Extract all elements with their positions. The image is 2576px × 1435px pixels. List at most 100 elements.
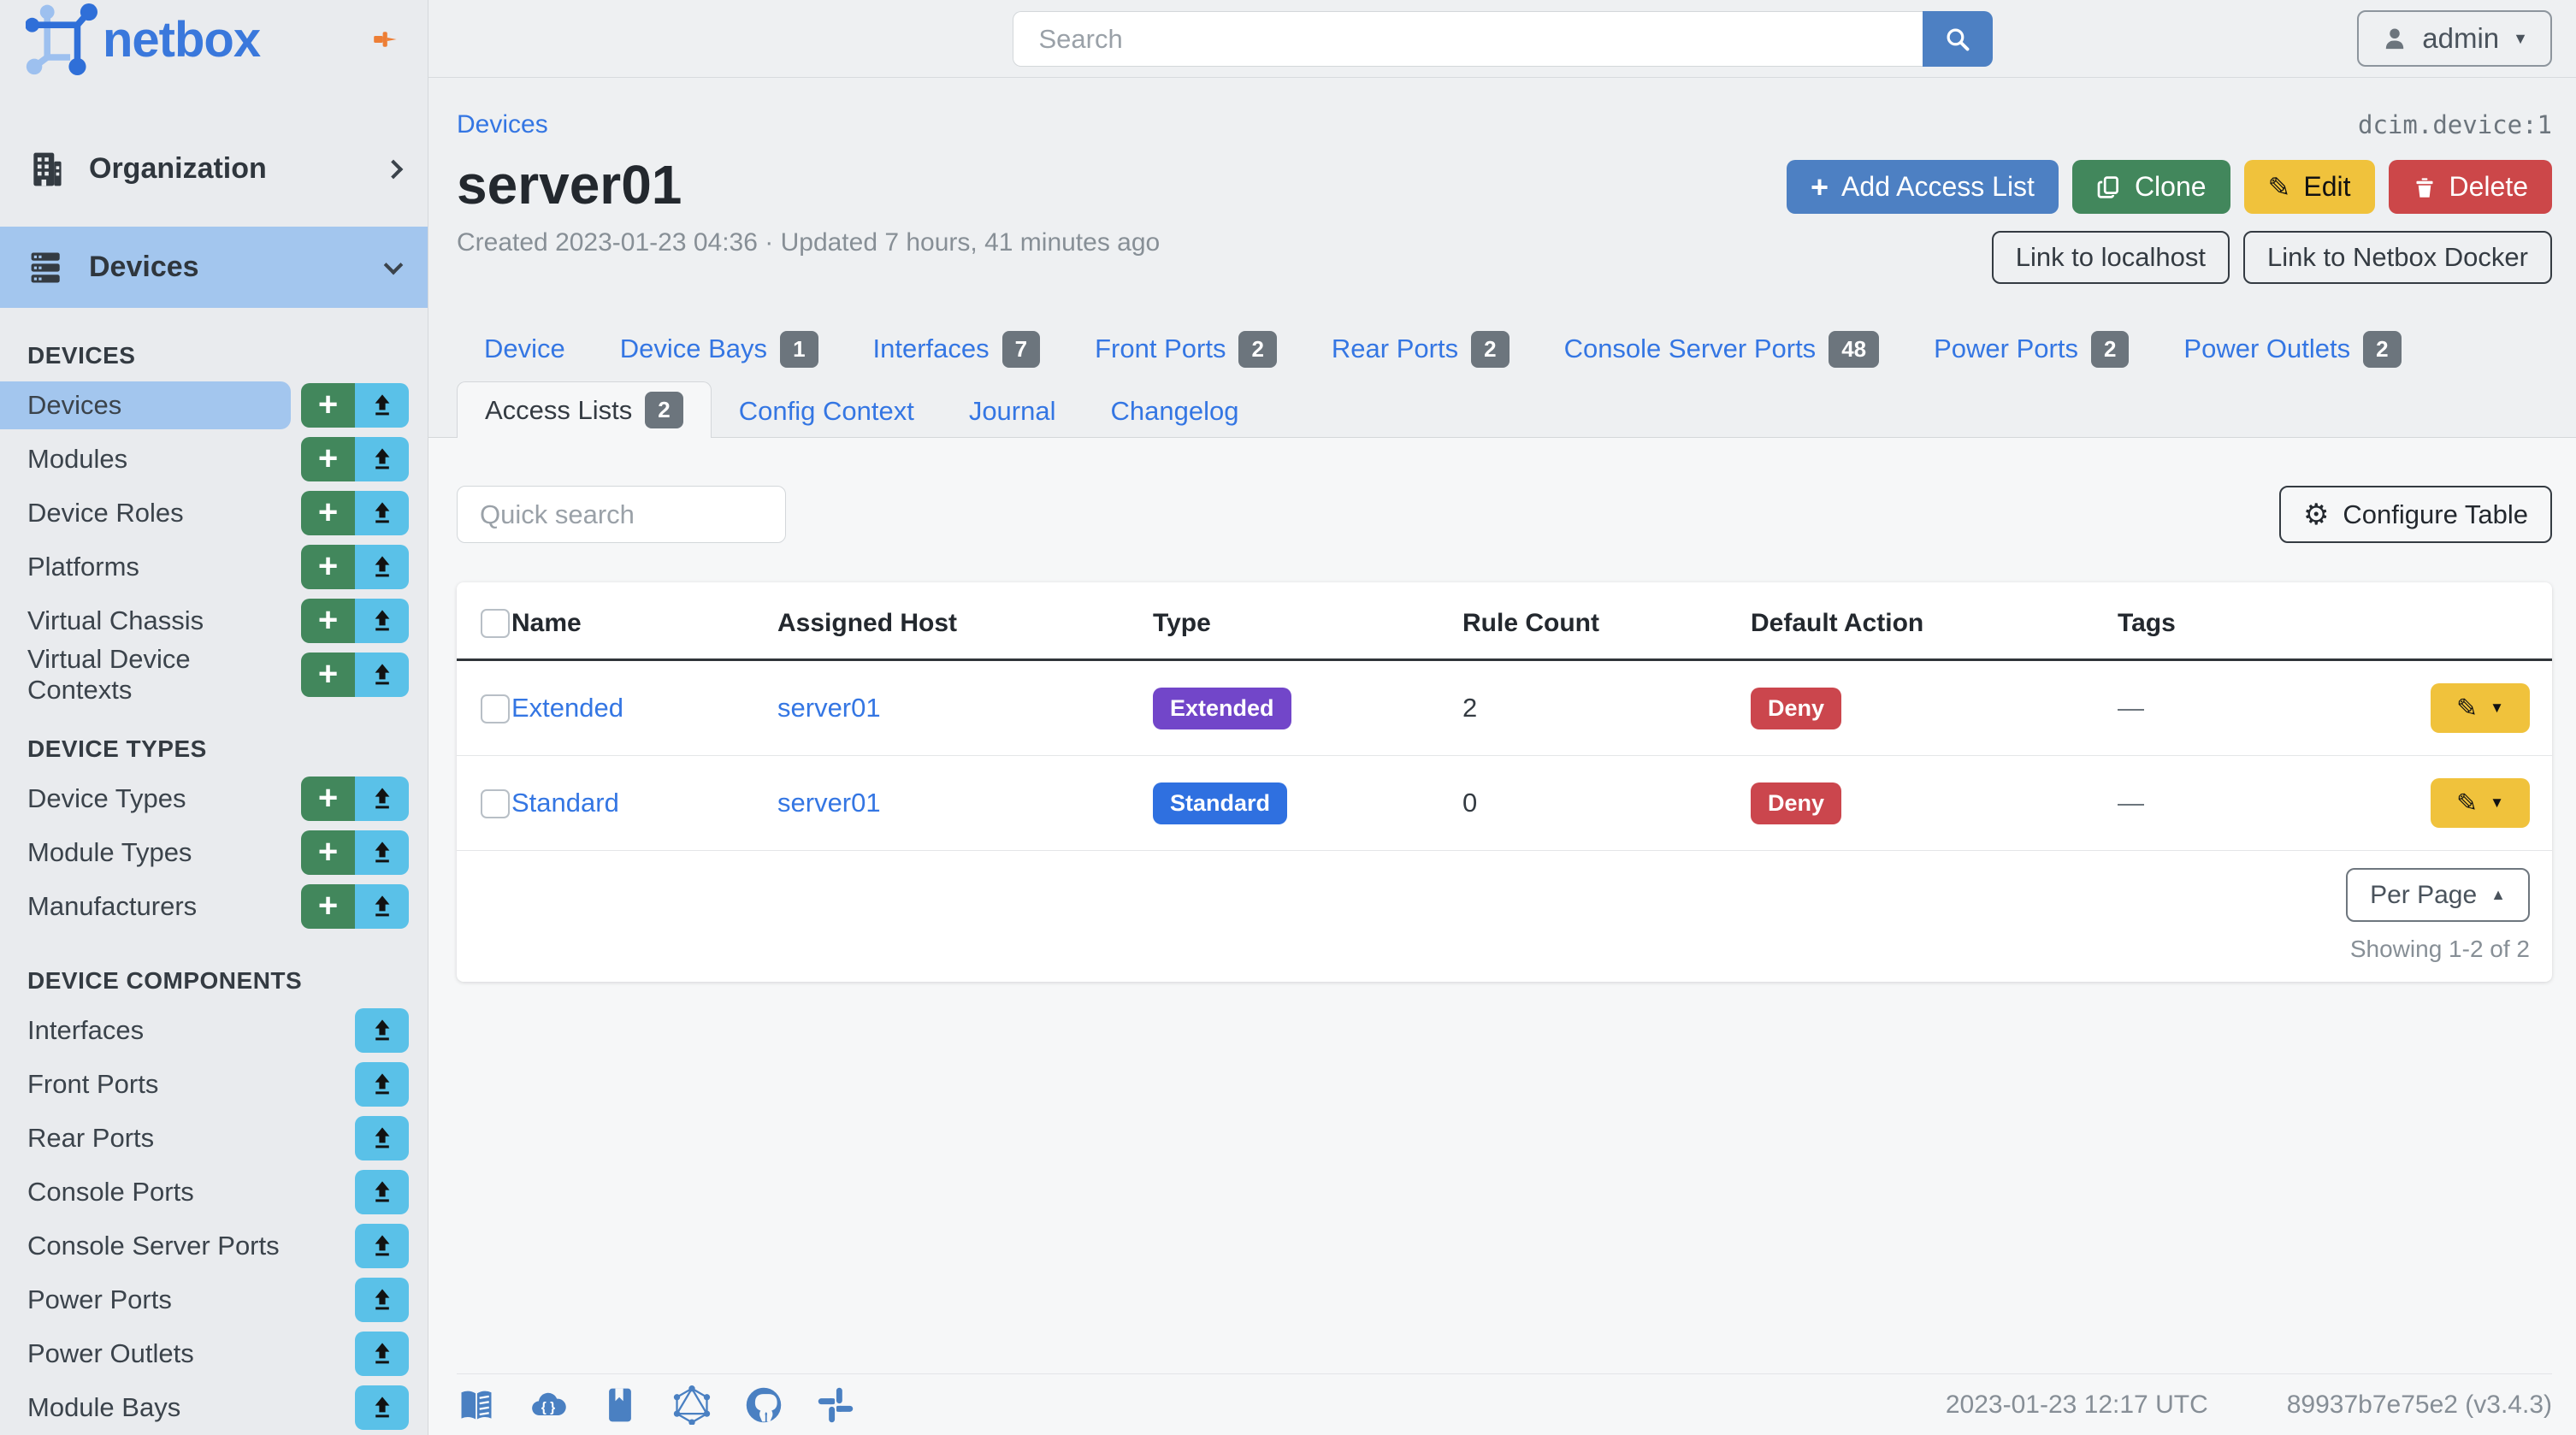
add-button[interactable]: + <box>301 883 355 929</box>
add-button[interactable]: + <box>301 776 355 821</box>
add-button[interactable]: + <box>301 490 355 535</box>
tab-bar: Device Device Bays 1 Interfaces 7 Front Po… <box>428 284 2576 438</box>
import-button[interactable] <box>355 490 409 535</box>
import-button[interactable] <box>355 883 409 929</box>
sidebar-link[interactable]: Device Types <box>0 775 291 823</box>
access-list-link[interactable]: Standard <box>511 788 619 818</box>
slack-icon[interactable] <box>816 1385 855 1425</box>
api-docs-bookmark-icon[interactable] <box>600 1385 640 1425</box>
delete-button[interactable]: Delete <box>2388 160 2552 214</box>
import-button[interactable] <box>355 544 409 589</box>
tab-rear-ports[interactable]: Rear Ports 2 <box>1304 323 1537 375</box>
sidebar-link[interactable]: Console Ports <box>0 1168 345 1216</box>
row-checkbox[interactable] <box>481 789 510 819</box>
tab-console-server-ports[interactable]: Console Server Ports 48 <box>1537 323 1907 375</box>
sidebar-link[interactable]: Platforms <box>0 543 291 591</box>
tab-front-ports[interactable]: Front Ports 2 <box>1067 323 1304 375</box>
search-button[interactable] <box>1922 11 1993 67</box>
tab-device[interactable]: Device <box>457 323 593 375</box>
clone-button[interactable]: Clone <box>2071 160 2230 214</box>
breadcrumb-devices[interactable]: Devices <box>457 110 548 139</box>
import-button[interactable] <box>355 436 409 481</box>
sidebar-link[interactable]: Front Ports <box>0 1060 345 1108</box>
sidebar-section-devices[interactable]: Devices <box>0 227 428 308</box>
user-menu-button[interactable]: admin ▼ <box>2357 10 2552 67</box>
sidebar-link[interactable]: Virtual Device Contexts <box>0 644 291 705</box>
tab-journal[interactable]: Journal <box>942 386 1084 437</box>
tab-config-context[interactable]: Config Context <box>712 386 942 437</box>
sidebar-section-organization[interactable]: Organization <box>0 128 428 210</box>
import-button[interactable] <box>355 776 409 821</box>
sidebar-link[interactable]: Virtual Chassis <box>0 597 291 645</box>
tab-access-lists[interactable]: Access Lists 2 <box>457 381 712 438</box>
tab-interfaces[interactable]: Interfaces 7 <box>846 323 1068 375</box>
link-to-netbox-docker-button[interactable]: Link to Netbox Docker <box>2243 231 2552 284</box>
sidebar-item-device-roles: Device Roles + <box>0 486 428 540</box>
sidebar-link[interactable]: Power Outlets <box>0 1330 345 1378</box>
netbox-wordmark[interactable]: netbox <box>103 11 261 68</box>
docs-book-icon[interactable] <box>457 1385 496 1425</box>
row-edit-dropdown-button[interactable]: ✎ ▼ <box>2431 778 2530 829</box>
column-header-assigned-host[interactable]: Assigned Host <box>777 582 1153 662</box>
caret-up-icon: ▲ <box>2490 886 2506 904</box>
tab-changelog[interactable]: Changelog <box>1084 386 1267 437</box>
select-all-checkbox[interactable] <box>481 609 510 639</box>
upload-icon <box>375 1396 389 1417</box>
access-list-link[interactable]: Extended <box>511 693 623 723</box>
add-button[interactable]: + <box>301 544 355 589</box>
sidebar-link[interactable]: Device Roles <box>0 489 291 537</box>
row-checkbox[interactable] <box>481 694 510 724</box>
import-button[interactable] <box>355 1385 409 1430</box>
netbox-logo-icon[interactable] <box>26 3 97 75</box>
add-button[interactable]: + <box>301 436 355 481</box>
link-to-localhost-button[interactable]: Link to localhost <box>1991 231 2230 284</box>
sidebar-link[interactable]: Modules <box>0 435 291 483</box>
add-button[interactable]: + <box>301 830 355 875</box>
column-header-tags[interactable]: Tags <box>2118 582 2391 662</box>
tab-device-bays[interactable]: Device Bays 1 <box>593 323 846 375</box>
import-button[interactable] <box>355 1061 409 1107</box>
pin-sidebar-icon[interactable] <box>368 22 402 56</box>
row-edit-dropdown-button[interactable]: ✎ ▼ <box>2431 683 2530 734</box>
quick-search-input[interactable] <box>457 486 786 543</box>
sidebar-link[interactable]: Module Bays <box>0 1384 345 1432</box>
import-button[interactable] <box>355 598 409 643</box>
rest-api-cloud-icon[interactable]: { } <box>529 1385 568 1425</box>
sidebar-link[interactable]: Rear Ports <box>0 1114 345 1162</box>
sidebar-link[interactable]: Power Ports <box>0 1276 345 1324</box>
github-icon[interactable] <box>744 1385 783 1425</box>
import-button[interactable] <box>355 1277 409 1322</box>
sidebar-link[interactable]: Interfaces <box>0 1007 345 1054</box>
import-button[interactable] <box>355 1007 409 1053</box>
edit-button[interactable]: ✎ Edit <box>2243 160 2375 214</box>
assigned-host-link[interactable]: server01 <box>777 788 881 818</box>
sidebar-link[interactable]: Devices <box>0 381 291 429</box>
sidebar-link[interactable]: Manufacturers <box>0 883 291 930</box>
page-title: server01 <box>457 154 682 216</box>
add-button[interactable]: + <box>301 598 355 643</box>
sidebar-item-console-server-ports: Console Server Ports <box>0 1219 428 1273</box>
import-button[interactable] <box>355 382 409 428</box>
column-header-name[interactable]: Name <box>511 582 777 662</box>
column-header-default-action[interactable]: Default Action <box>1751 582 2118 662</box>
import-button[interactable] <box>355 1331 409 1376</box>
import-button[interactable] <box>355 1223 409 1268</box>
configure-table-button[interactable]: ⚙ Configure Table <box>2278 486 2552 543</box>
add-button[interactable]: + <box>301 382 355 428</box>
import-button[interactable] <box>355 1169 409 1214</box>
tab-power-ports[interactable]: Power Ports 2 <box>1906 323 2156 375</box>
sidebar-link[interactable]: Console Server Ports <box>0 1222 345 1270</box>
sidebar-link[interactable]: Module Types <box>0 829 291 877</box>
per-page-button[interactable]: Per Page ▲ <box>2346 868 2530 923</box>
column-header-rule-count[interactable]: Rule Count <box>1462 582 1751 662</box>
search-input[interactable] <box>1012 11 1923 67</box>
add-access-list-button[interactable]: + Add Access List <box>1787 160 2059 214</box>
tab-power-outlets[interactable]: Power Outlets 2 <box>2156 323 2428 375</box>
add-button[interactable]: + <box>301 652 355 697</box>
assigned-host-link[interactable]: server01 <box>777 693 881 723</box>
import-button[interactable] <box>355 652 409 697</box>
column-header-type[interactable]: Type <box>1153 582 1462 662</box>
graphql-icon[interactable] <box>672 1385 712 1425</box>
import-button[interactable] <box>355 830 409 875</box>
import-button[interactable] <box>355 1115 409 1160</box>
